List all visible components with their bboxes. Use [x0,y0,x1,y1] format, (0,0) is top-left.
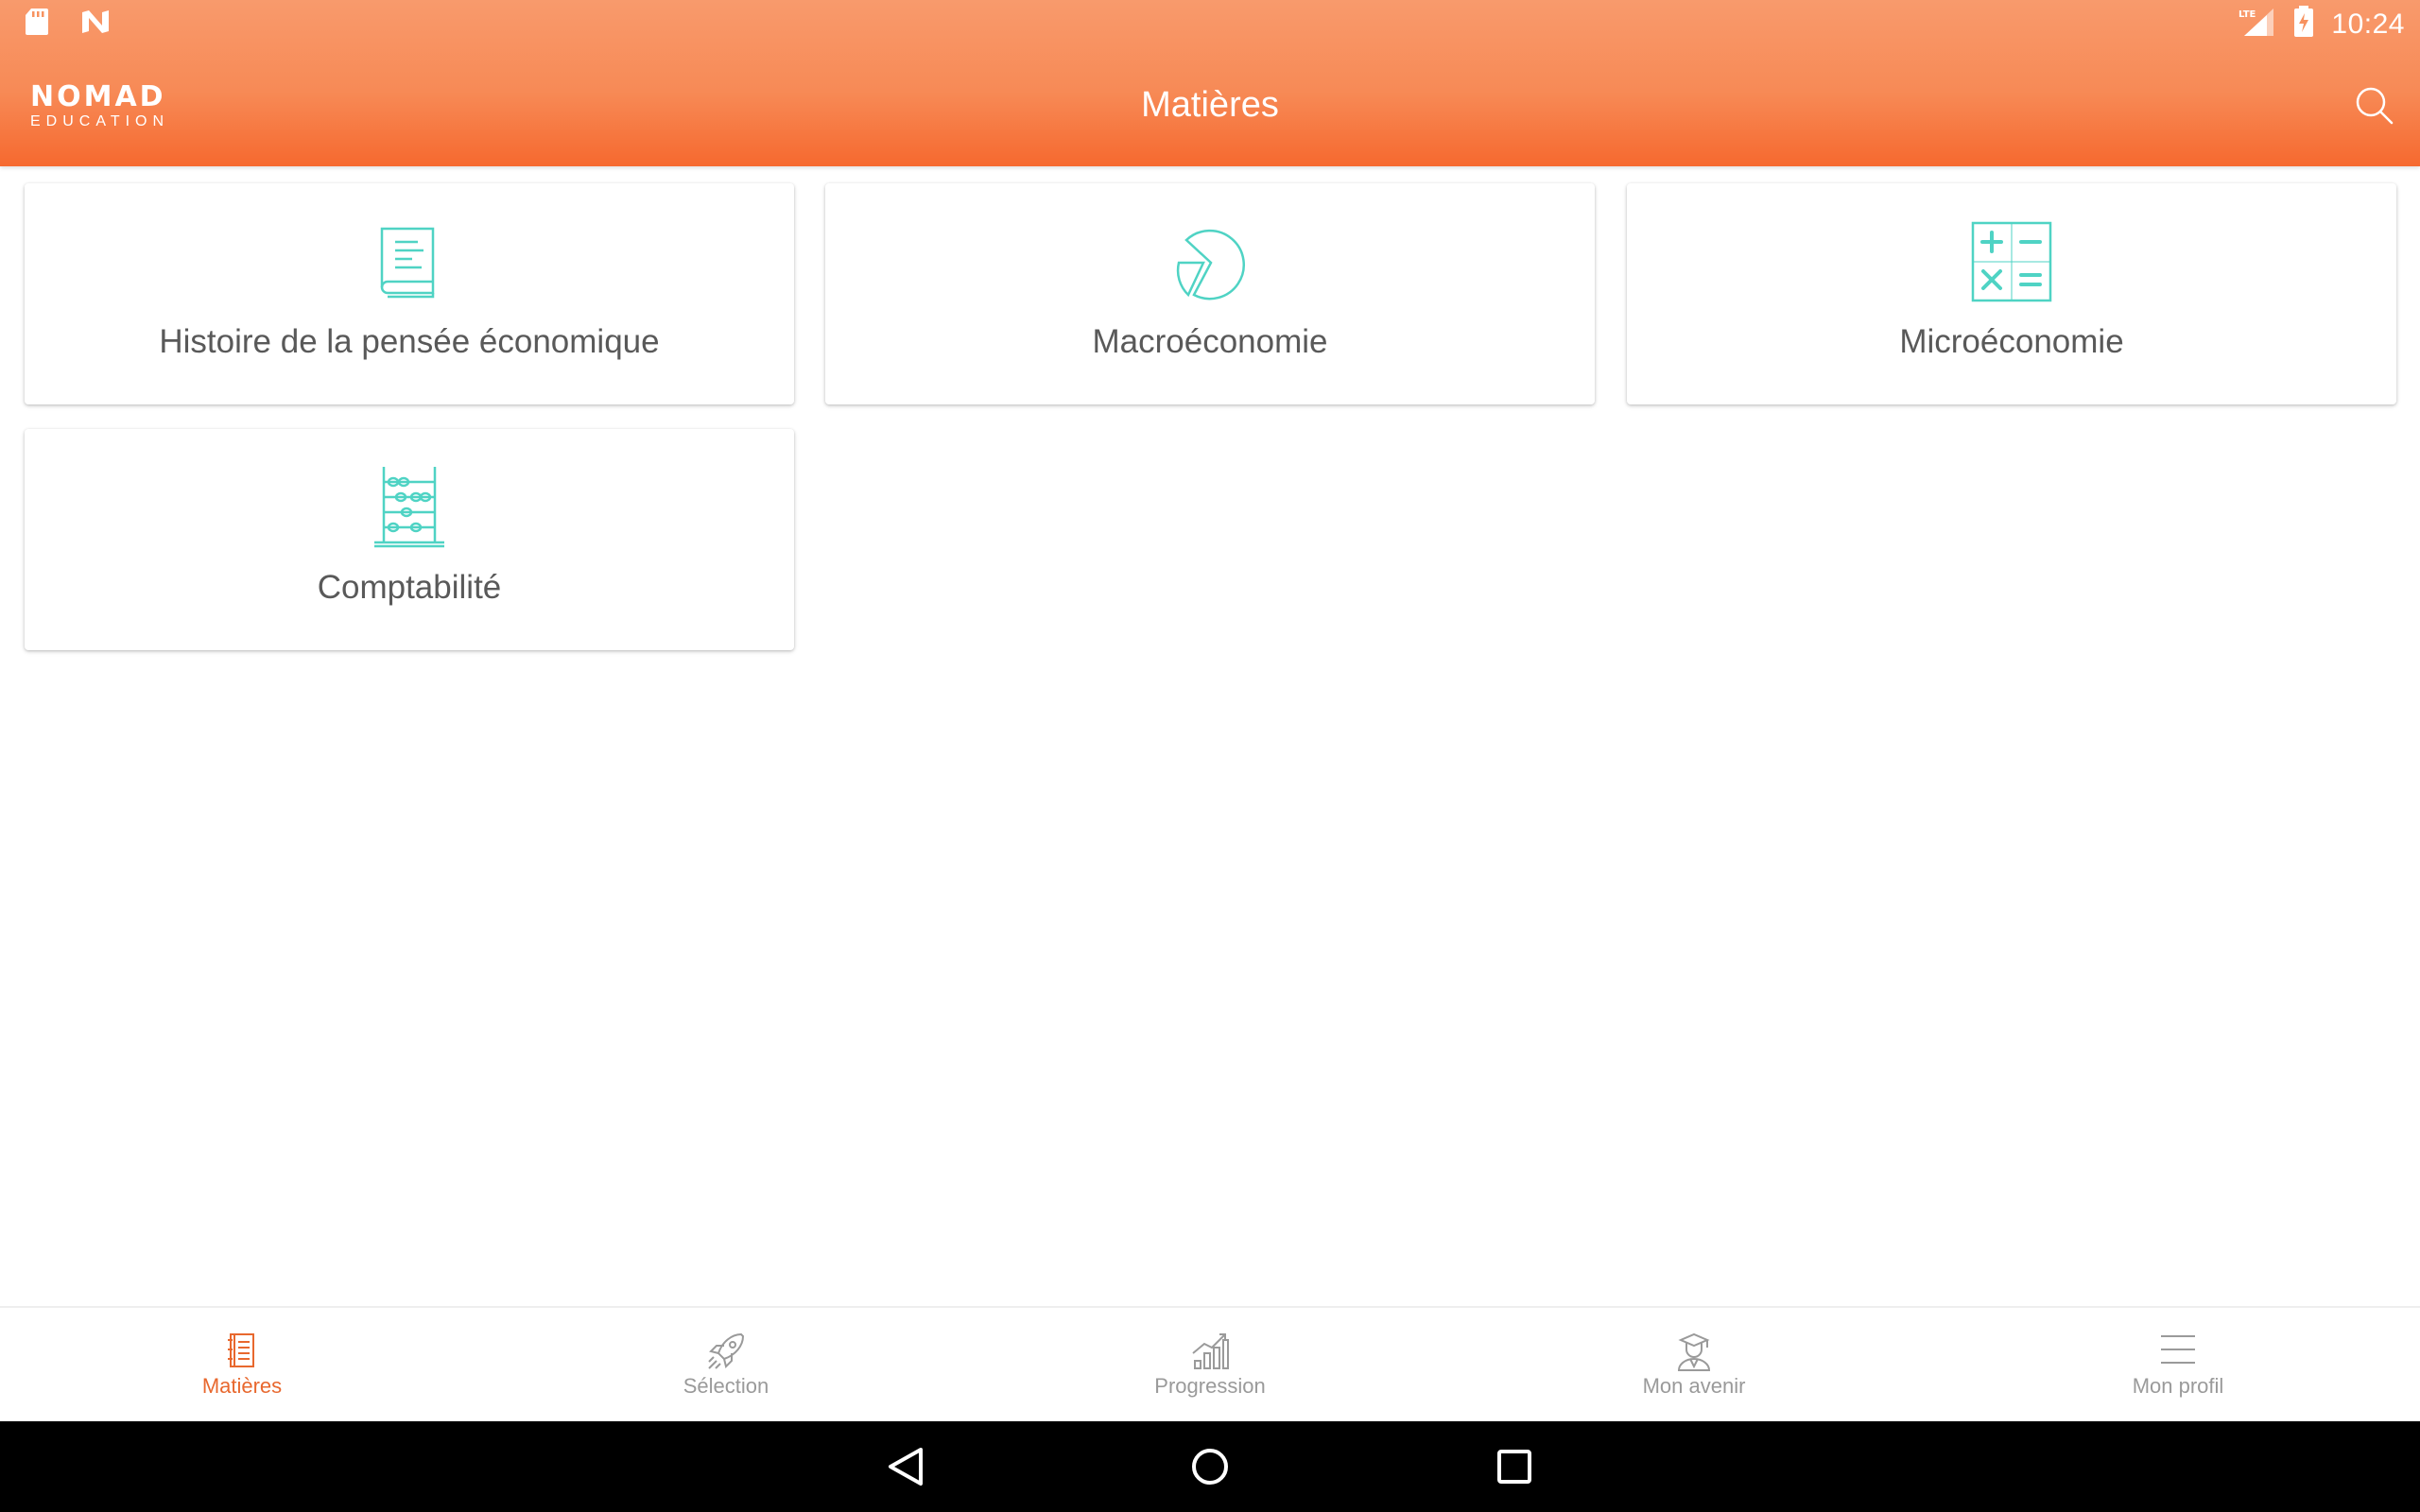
nav-tab-matieres[interactable]: Matières [0,1308,484,1421]
nav-label: Sélection [683,1374,769,1398]
subject-card-histoire[interactable]: Histoire de la pensée économique [25,183,794,404]
recents-button[interactable] [1492,1444,1537,1489]
nav-tab-progression[interactable]: Progression [968,1308,1452,1421]
nav-label: Progression [1154,1374,1266,1398]
subject-card-microeconomie[interactable]: Microéconomie [1627,183,2396,404]
nav-label: Mon profil [2132,1374,2224,1398]
subject-label: Histoire de la pensée économique [159,323,660,360]
abacus-icon [367,465,452,550]
search-icon [2352,87,2395,130]
graduate-icon [1673,1331,1715,1372]
status-right-icons: LTE 10:24 [2238,6,2405,43]
nav-tab-selection[interactable]: Sélection [484,1308,968,1421]
back-button[interactable] [883,1444,928,1489]
subject-card-macroeconomie[interactable]: Macroéconomie [825,183,1595,404]
bottom-navigation: Matières Sélection Progression Mon aveni… [0,1306,2420,1421]
subject-label: Macroéconomie [1092,323,1328,360]
system-navigation-bar [0,1421,2420,1512]
status-bar: LTE 10:24 [0,0,2420,45]
n-notification-icon [81,9,110,39]
sd-card-icon [25,8,49,41]
app-bar: NOMAD EDUCATION Matières [0,45,2420,166]
page-title: Matières [1141,85,1279,125]
home-circle-icon [1187,1449,1233,1493]
svg-text:LTE: LTE [2238,9,2256,20]
screen: LTE 10:24 NOMAD EDUCATION Matières Histo… [0,0,2420,1512]
nav-label: Matières [201,1374,283,1398]
book-icon [367,219,452,304]
clock: 10:24 [2331,8,2405,40]
subject-card-comptabilite[interactable]: Comptabilité [25,429,794,650]
nav-tab-mon-avenir[interactable]: Mon avenir [1452,1308,1936,1421]
nav-tab-mon-profil[interactable]: Mon profil [1936,1308,2420,1421]
home-button[interactable] [1187,1444,1233,1489]
recents-square-icon [1492,1450,1537,1493]
notebook-icon [221,1331,263,1372]
subject-label: Microéconomie [1899,323,2124,360]
calculator-icon [1969,219,2054,304]
top-header: LTE 10:24 NOMAD EDUCATION Matières [0,0,2420,166]
search-button[interactable] [2352,83,2395,127]
battery-charging-icon [2293,6,2314,43]
bar-chart-icon [1189,1331,1231,1372]
back-triangle-icon [883,1448,928,1493]
menu-icon [2157,1331,2199,1372]
rocket-icon [705,1331,747,1372]
status-left-icons [25,8,110,41]
nav-label: Mon avenir [1642,1374,1746,1398]
lte-signal-icon: LTE [2238,7,2276,42]
pie-chart-icon [1167,219,1253,304]
subject-label: Comptabilité [317,569,502,606]
